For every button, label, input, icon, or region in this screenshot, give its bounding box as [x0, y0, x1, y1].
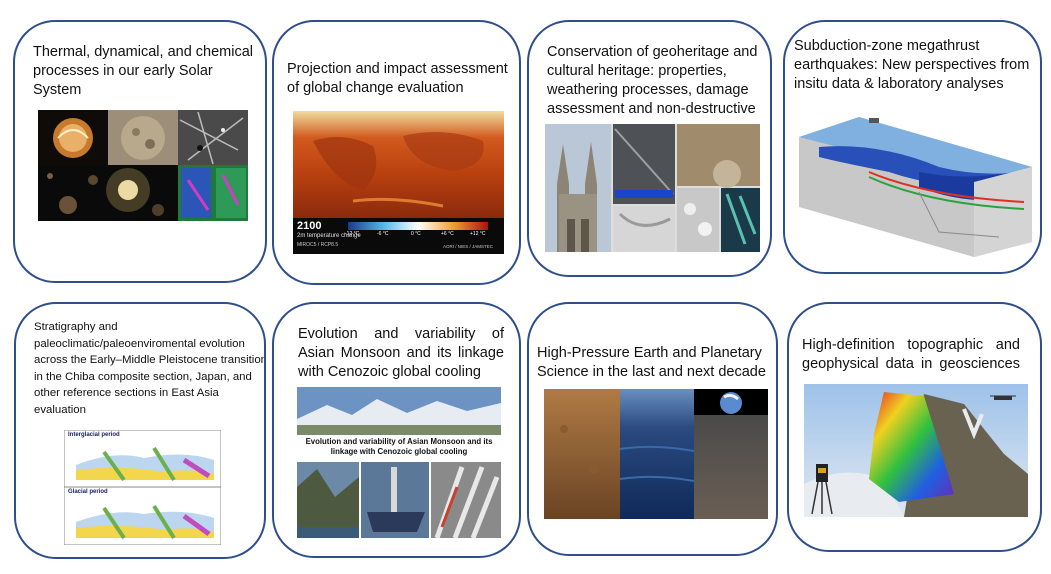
image-caption: Evolution and variability of Asian Monso…	[305, 437, 493, 456]
diagram-label-interglacial: Interglacial period	[68, 432, 120, 438]
planetary-surface-image	[544, 389, 768, 519]
diagram-label-glacial: Glacial period	[68, 489, 108, 495]
scale-tick: +12 °C	[470, 231, 486, 237]
heritage-photo-grid	[545, 124, 760, 252]
topic-title: Subduction-zone megathrust earthquakes: …	[794, 38, 1030, 92]
topic-card-high-pressure[interactable]: High-Pressure Earth and Planetary Scienc…	[527, 302, 778, 556]
scale-tick: -12 °C	[345, 231, 360, 237]
topic-card-global-change[interactable]: Projection and impact assessment of glob…	[272, 20, 521, 285]
topographic-survey-image	[804, 384, 1028, 517]
topic-card-geoheritage[interactable]: Conservation of geoheritage and cultural…	[527, 20, 772, 277]
topic-title: Evolution and variability of Asian Monso…	[298, 326, 504, 380]
asian-monsoon-image: Evolution and variability of Asian Monso…	[297, 387, 501, 538]
scale-tick: +6 °C	[441, 231, 454, 237]
topic-title: Projection and impact assessment of glob…	[287, 61, 508, 96]
topic-title: Stratigraphy and paleoclimatic/paleoenvi…	[34, 321, 266, 416]
topic-card-solar-system[interactable]: Thermal, dynamical, and chemical process…	[13, 20, 267, 283]
map-model: MIROC5 / RCP8.5	[297, 242, 339, 248]
topic-card-subduction[interactable]: Subduction-zone megathrust earthquakes: …	[783, 20, 1042, 274]
topic-card-asian-monsoon[interactable]: Evolution and variability of Asian Monso…	[272, 302, 521, 558]
topic-title: Thermal, dynamical, and chemical process…	[33, 44, 254, 98]
topic-title: High-definition topographic and geophysi…	[802, 337, 1020, 372]
temperature-map-image: 2100 2m temperature change MIROC5 / RCP8…	[293, 111, 504, 254]
topic-card-topography[interactable]: High-definition topographic and geophysi…	[787, 302, 1042, 552]
topic-title: Conservation of geoheritage and cultural…	[547, 44, 758, 117]
subduction-zone-image	[799, 112, 1032, 257]
scale-tick: 0 °C	[411, 231, 421, 237]
topic-card-stratigraphy[interactable]: Stratigraphy and paleoclimatic/paleoenvi…	[14, 302, 266, 559]
topic-title: High-Pressure Earth and Planetary Scienc…	[537, 345, 766, 380]
map-credit: AORI / NIES / JAMSTEC	[443, 244, 494, 249]
map-year: 2100	[297, 220, 322, 232]
scale-tick: -6 °C	[377, 231, 389, 237]
solar-system-image	[38, 110, 248, 221]
stratigraphy-diagram: Interglacial period Glacial period	[64, 430, 221, 545]
